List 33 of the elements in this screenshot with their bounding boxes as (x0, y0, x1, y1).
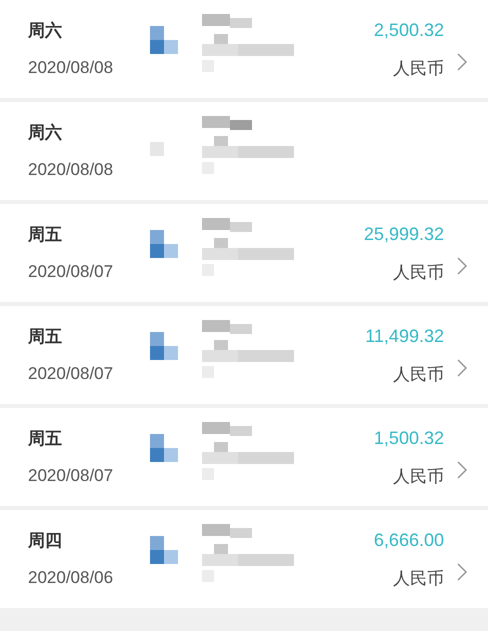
currency-label: 人民币 (393, 568, 444, 590)
weekday-label: 周五 (28, 326, 63, 348)
date-label: 2020/08/07 (28, 363, 114, 385)
amount-label: 6,666.00 (374, 528, 444, 552)
currency-label: 人民币 (393, 58, 444, 80)
transaction-row[interactable]: 周五 2020/08/07 25,999.32 人民币 (0, 204, 488, 302)
chevron-icon (456, 358, 468, 378)
date-label: 2020/08/06 (28, 567, 114, 589)
weekday-label: 周五 (28, 224, 63, 246)
chevron-icon (456, 460, 468, 480)
weekday-label: 周六 (28, 20, 63, 42)
date-label: 2020/08/08 (28, 57, 114, 79)
amount-label: 11,499.32 (365, 324, 444, 348)
currency-label: 人民币 (393, 262, 444, 284)
weekday-label: 周六 (28, 122, 63, 144)
date-label: 2020/08/08 (28, 159, 114, 181)
weekday-label: 周五 (28, 428, 63, 450)
chevron-icon (456, 562, 468, 582)
currency-label: 人民币 (393, 466, 444, 488)
amount-label: 25,999.32 (364, 222, 444, 246)
chevron-icon (456, 52, 468, 72)
transaction-row[interactable]: 周五 2020/08/07 11,499.32 人民币 (0, 306, 488, 404)
transaction-row[interactable]: 周六 2020/08/08 2,500.32 人民币 (0, 0, 488, 98)
currency-label: 人民币 (393, 364, 444, 386)
amount-label: 1,500.32 (374, 426, 444, 450)
transaction-row[interactable]: 周六 2020/08/08 (0, 102, 488, 200)
amount-label: 2,500.32 (374, 18, 444, 42)
transaction-row[interactable]: 周五 2020/08/07 1,500.32 人民币 (0, 408, 488, 506)
date-label: 2020/08/07 (28, 465, 114, 487)
weekday-label: 周四 (28, 530, 63, 552)
date-label: 2020/08/07 (28, 261, 114, 283)
chevron-icon (456, 256, 468, 276)
transaction-row[interactable]: 周四 2020/08/06 6,666.00 人民币 (0, 510, 488, 608)
